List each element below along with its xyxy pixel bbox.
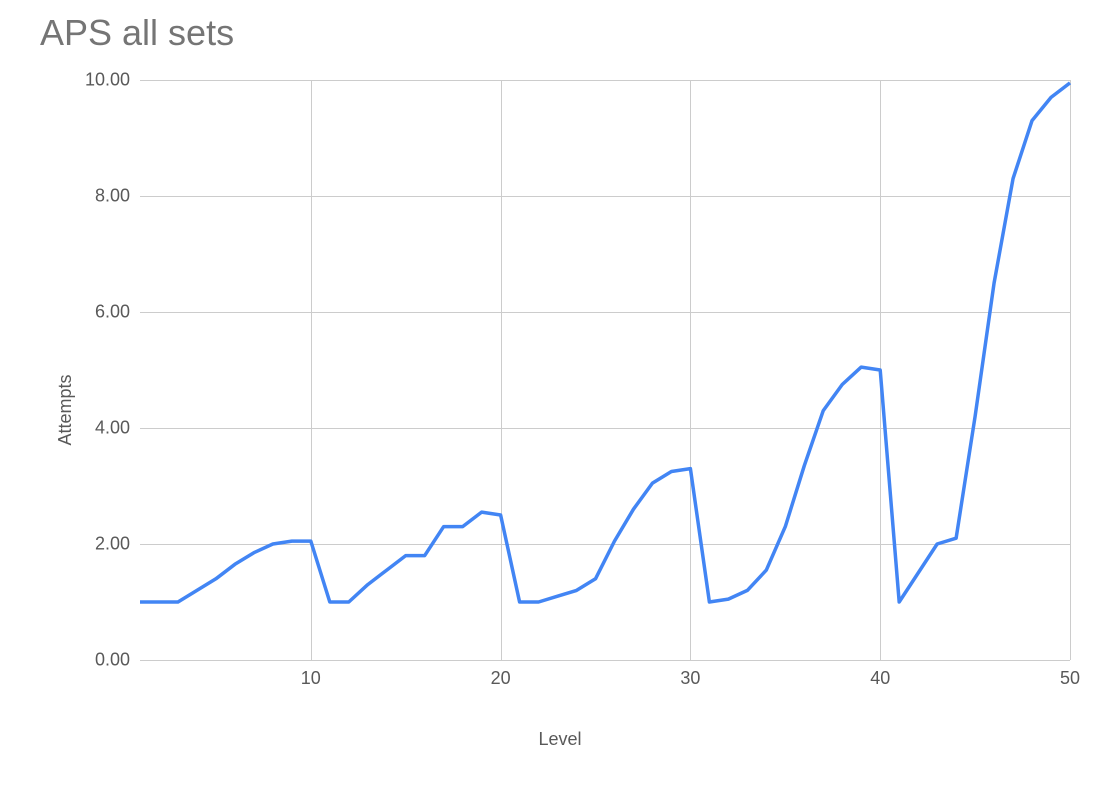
series-line [140, 83, 1070, 602]
y-axis-label: Attempts [55, 374, 76, 445]
x-tick-label: 40 [870, 668, 890, 689]
chart-area: Attempts Level 10203040500.002.004.006.0… [40, 70, 1080, 750]
y-tick-label: 10.00 [85, 70, 130, 91]
plot-region: 10203040500.002.004.006.008.0010.00 [140, 80, 1070, 660]
x-tick-label: 20 [491, 668, 511, 689]
chart-title: APS all sets [40, 12, 234, 54]
line-series-svg [140, 80, 1070, 660]
y-tick-label: 0.00 [95, 650, 130, 671]
x-tick-label: 30 [680, 668, 700, 689]
y-tick-label: 8.00 [95, 186, 130, 207]
y-tick-label: 4.00 [95, 418, 130, 439]
x-tick-label: 10 [301, 668, 321, 689]
y-tick-label: 2.00 [95, 534, 130, 555]
gridline-v [1070, 80, 1071, 660]
gridline-h [140, 660, 1070, 661]
x-tick-label: 50 [1060, 668, 1080, 689]
y-tick-label: 6.00 [95, 302, 130, 323]
x-axis-label: Level [538, 729, 581, 750]
